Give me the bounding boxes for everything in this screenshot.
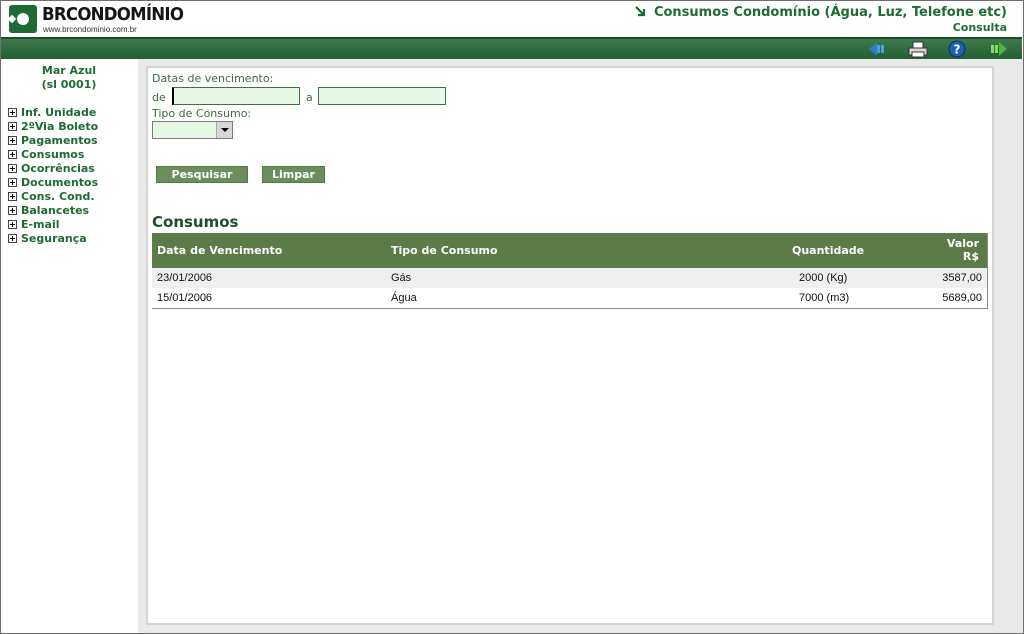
col-value-header-line2: R$ bbox=[962, 250, 979, 263]
results-table: Data de Vencimento Tipo de Consumo Quant… bbox=[152, 233, 988, 309]
help-icon: ? bbox=[948, 40, 966, 58]
col-type-header: Tipo de Consumo bbox=[391, 244, 498, 257]
expand-icon bbox=[8, 135, 17, 145]
col-quantity-header: Quantidade bbox=[792, 244, 865, 257]
forward-icon bbox=[991, 42, 1007, 56]
clear-button[interactable]: Limpar bbox=[262, 166, 325, 183]
expand-icon bbox=[8, 191, 17, 201]
expand-icon bbox=[8, 233, 17, 243]
unit-info: Mar Azul (sl 0001) bbox=[1, 64, 137, 92]
sidebar-item-label: Consumos bbox=[21, 147, 85, 161]
logo-url: www.brcondominio.com.br bbox=[43, 25, 137, 34]
cell-quantity: 2000 (Kg) bbox=[799, 272, 848, 284]
to-label: a bbox=[306, 91, 313, 104]
print-icon bbox=[908, 41, 928, 57]
table-row: 15/01/2006 Água 7000 (m3) 5689,00 bbox=[152, 288, 987, 308]
sidebar-item-label: Balancetes bbox=[21, 203, 90, 217]
sidebar-item-inf-unidade[interactable]: Inf. Unidade bbox=[8, 105, 98, 119]
cell-date: 15/01/2006 bbox=[157, 292, 213, 304]
table-row: 23/01/2006 Gás 2000 (Kg) 3587,00 bbox=[152, 268, 987, 288]
sidebar-item-balancetes[interactable]: Balancetes bbox=[8, 203, 98, 217]
unit-name: Mar Azul bbox=[41, 64, 97, 77]
back-icon bbox=[869, 42, 884, 56]
chevron-down-icon[interactable] bbox=[216, 122, 232, 138]
type-select[interactable] bbox=[152, 121, 233, 139]
page-title-text: Consumos Condomínio (Água, Luz, Telefone… bbox=[653, 5, 1007, 20]
sidebar-item-2via-boleto[interactable]: 2ºVia Boleto bbox=[8, 119, 98, 133]
sidebar-item-label: E-mail bbox=[21, 217, 60, 231]
table-header: Data de Vencimento Tipo de Consumo Quant… bbox=[152, 233, 987, 268]
from-label: de bbox=[152, 91, 166, 104]
sidebar-item-label: Pagamentos bbox=[21, 133, 98, 147]
logo-text: BRCONDOMÍNIO bbox=[42, 4, 184, 25]
date-to-input[interactable] bbox=[318, 87, 446, 105]
col-value-header: Valor R$ bbox=[947, 237, 979, 263]
unit-code: (sl 0001) bbox=[41, 78, 97, 91]
sidebar-item-email[interactable]: E-mail bbox=[8, 217, 98, 231]
sidebar-item-label: 2ºVia Boleto bbox=[21, 119, 99, 133]
sidebar-item-label: Ocorrências bbox=[21, 161, 95, 175]
expand-icon bbox=[8, 219, 17, 229]
page-title: Consumos Condomínio (Água, Luz, Telefone… bbox=[635, 5, 1007, 20]
arrow-down-right-icon bbox=[635, 6, 646, 17]
sidebar-item-label: Inf. Unidade bbox=[21, 105, 97, 119]
col-value-header-line1: Valor bbox=[946, 237, 979, 250]
search-button[interactable]: Pesquisar bbox=[156, 166, 248, 183]
dates-label: Datas de vencimento: bbox=[152, 72, 274, 85]
print-button[interactable] bbox=[907, 40, 929, 58]
expand-icon bbox=[8, 177, 17, 187]
cell-date: 23/01/2006 bbox=[157, 272, 213, 284]
logo: BRCONDOMÍNIO www.brcondominio.com.br bbox=[9, 4, 184, 35]
page-subtitle: Consulta bbox=[952, 21, 1007, 34]
results-title: Consumos bbox=[152, 213, 239, 231]
cell-type: Gás bbox=[391, 272, 412, 284]
sidebar: Mar Azul (sl 0001) Inf. Unidade 2ºVia Bo… bbox=[1, 59, 137, 633]
expand-icon bbox=[8, 205, 17, 215]
cell-type: Água bbox=[391, 292, 417, 304]
sidebar-menu: Inf. Unidade 2ºVia Boleto Pagamentos Con… bbox=[8, 105, 98, 245]
sidebar-item-label: Segurança bbox=[21, 231, 87, 245]
logo-badge-icon bbox=[9, 5, 37, 33]
forward-button[interactable] bbox=[987, 40, 1009, 58]
sidebar-item-label: Documentos bbox=[21, 175, 99, 189]
cell-value: 5689,00 bbox=[942, 292, 982, 304]
expand-icon bbox=[8, 149, 17, 159]
sidebar-item-pagamentos[interactable]: Pagamentos bbox=[8, 133, 98, 147]
sidebar-item-consumos[interactable]: Consumos bbox=[8, 147, 98, 161]
sidebar-item-label: Cons. Cond. bbox=[21, 189, 95, 203]
help-button[interactable]: ? bbox=[946, 40, 968, 58]
date-from-input[interactable] bbox=[172, 87, 300, 105]
content-panel bbox=[146, 66, 994, 625]
toolbar: ? bbox=[1, 37, 1022, 59]
back-button[interactable] bbox=[867, 40, 889, 58]
col-date-header: Data de Vencimento bbox=[157, 244, 283, 257]
cell-quantity: 7000 (m3) bbox=[799, 292, 850, 304]
sidebar-item-cons-cond[interactable]: Cons. Cond. bbox=[8, 189, 98, 203]
sidebar-item-ocorrencias[interactable]: Ocorrências bbox=[8, 161, 98, 175]
cell-value: 3587,00 bbox=[942, 272, 982, 284]
svg-text:?: ? bbox=[954, 43, 961, 57]
sidebar-item-seguranca[interactable]: Segurança bbox=[8, 231, 98, 245]
header: BRCONDOMÍNIO www.brcondominio.com.br Con… bbox=[1, 1, 1022, 37]
page-title-block: Consumos Condomínio (Água, Luz, Telefone… bbox=[635, 5, 1007, 34]
sidebar-item-documentos[interactable]: Documentos bbox=[8, 175, 98, 189]
expand-icon bbox=[8, 121, 17, 131]
type-label: Tipo de Consumo: bbox=[152, 107, 252, 120]
expand-icon bbox=[8, 163, 17, 173]
expand-icon bbox=[8, 107, 17, 117]
